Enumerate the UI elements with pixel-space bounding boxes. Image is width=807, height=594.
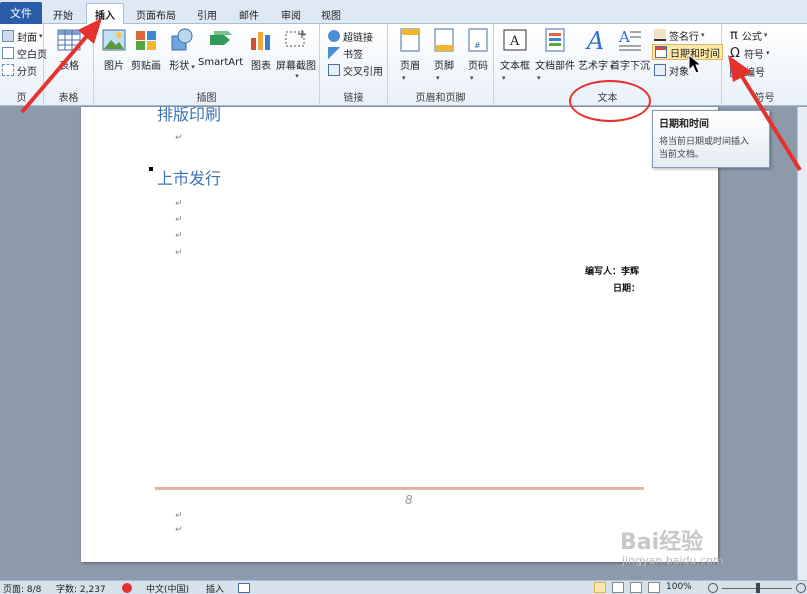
baidu-watermark-url: jingyan.baidu.com bbox=[622, 554, 724, 567]
status-language[interactable]: 中文(中国) bbox=[146, 582, 189, 594]
paragraph-mark: ↵ bbox=[175, 215, 183, 225]
zoom-in-icon[interactable] bbox=[796, 583, 806, 593]
paragraph-mark: ↵ bbox=[175, 199, 183, 209]
status-word-count[interactable]: 字数: 2,237 bbox=[56, 582, 106, 594]
print-layout-view-icon[interactable] bbox=[594, 582, 606, 593]
paragraph-mark: ↵ bbox=[175, 525, 183, 535]
zoom-slider-handle[interactable] bbox=[756, 583, 760, 593]
footer-divider bbox=[155, 487, 644, 490]
paragraph-mark: ↵ bbox=[175, 231, 183, 241]
annotation-arrows bbox=[20, 18, 802, 172]
author-line: 编写人：李辉 bbox=[585, 267, 640, 277]
paragraph-mark: ↵ bbox=[175, 511, 183, 521]
proofing-icon[interactable] bbox=[122, 583, 132, 593]
web-layout-view-icon[interactable] bbox=[630, 582, 642, 593]
zoom-out-icon[interactable] bbox=[708, 583, 718, 593]
baidu-watermark: Bai经验 bbox=[620, 530, 704, 555]
macro-record-icon[interactable] bbox=[238, 583, 250, 593]
status-bar: 页面: 8/8 字数: 2,237 中文(中国) 插入 100% bbox=[0, 580, 807, 594]
outline-view-icon[interactable] bbox=[648, 582, 660, 593]
paragraph-mark: ↵ bbox=[175, 248, 183, 258]
page-number: 8 bbox=[405, 493, 413, 507]
date-line: 日期： bbox=[613, 284, 641, 294]
full-screen-view-icon[interactable] bbox=[612, 582, 624, 593]
status-zoom[interactable]: 100% bbox=[666, 582, 692, 592]
status-insert-mode[interactable]: 插入 bbox=[206, 582, 224, 594]
status-page[interactable]: 页面: 8/8 bbox=[3, 582, 41, 594]
